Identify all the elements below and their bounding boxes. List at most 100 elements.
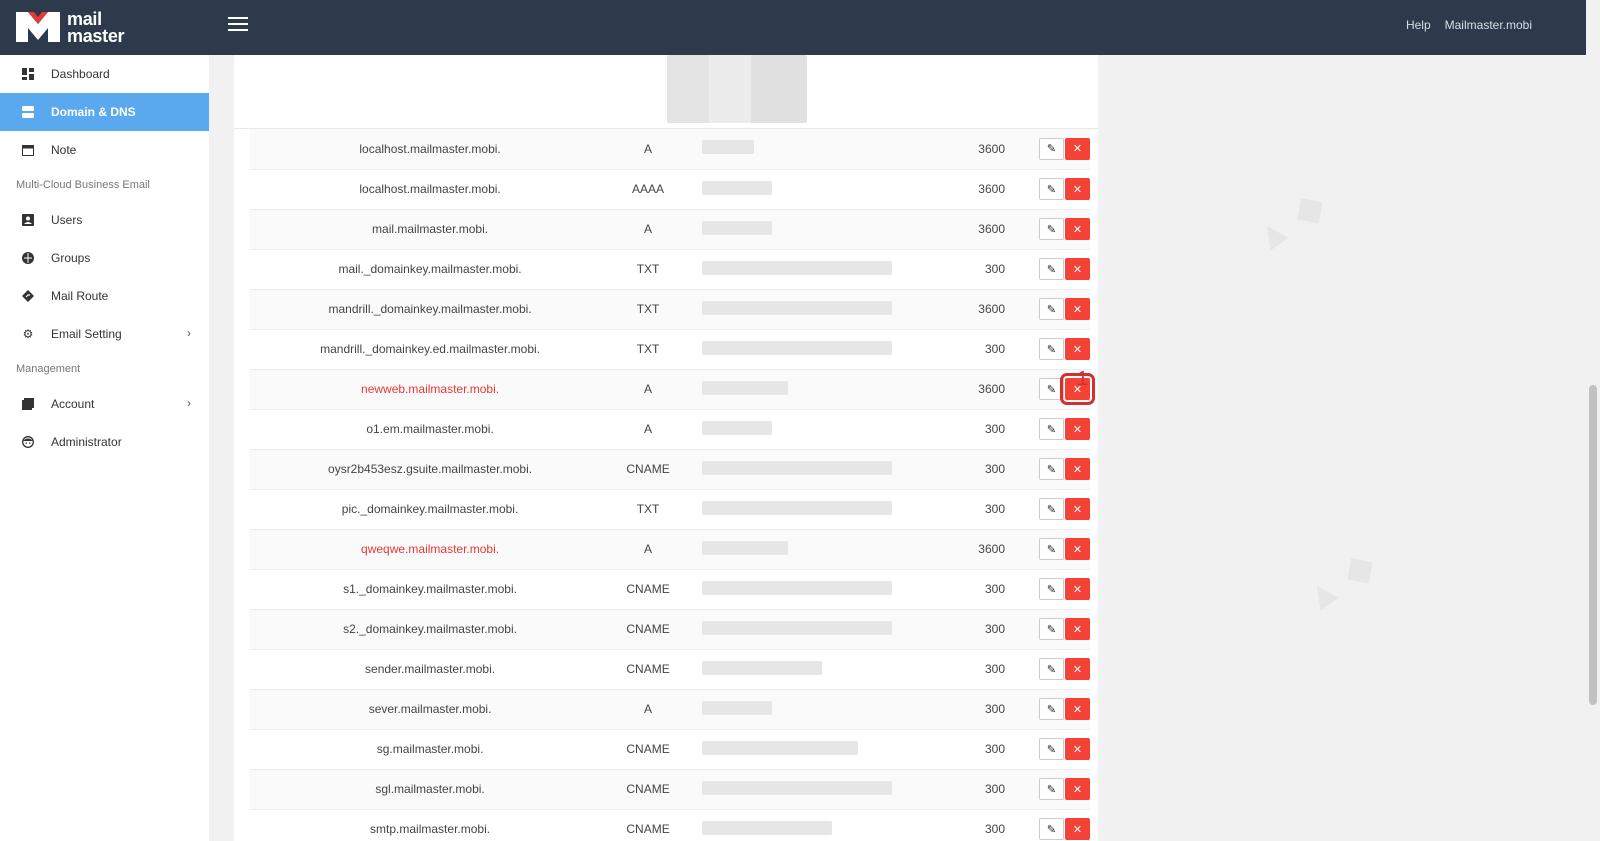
edit-button[interactable]: ✎	[1039, 418, 1064, 440]
record-type: CNAME	[626, 822, 670, 836]
user-icon	[21, 213, 35, 227]
menu-toggle-icon[interactable]	[228, 17, 248, 33]
sidebar-item-label: Domain & DNS	[51, 105, 136, 119]
sidebar-item-account[interactable]: Account ›	[0, 385, 209, 423]
record-actions: ✎ ✕	[1005, 769, 1090, 809]
delete-button[interactable]: ✕	[1065, 338, 1090, 360]
account-link[interactable]: Mailmaster.mobi	[1445, 18, 1532, 32]
record-type: TXT	[636, 502, 660, 516]
record-actions: ✎ ✕	[1005, 289, 1090, 329]
delete-button[interactable]: ✕	[1065, 498, 1090, 520]
pencil-icon: ✎	[1046, 383, 1057, 396]
delete-button[interactable]: ✕	[1065, 738, 1090, 760]
help-link[interactable]: Help	[1406, 18, 1431, 32]
record-ttl: 3600	[978, 302, 1005, 316]
logo-line2: master	[67, 26, 125, 46]
record-ttl: 3600	[978, 141, 1005, 156]
record-value	[686, 609, 967, 649]
pencil-icon: ✎	[1046, 423, 1057, 436]
edit-button[interactable]: ✎	[1039, 698, 1064, 720]
record-ttl: 300	[984, 342, 1005, 356]
delete-button[interactable]: ✕	[1065, 578, 1090, 600]
delete-button[interactable]: ✕	[1065, 458, 1090, 480]
delete-button[interactable]: ✕	[1065, 538, 1090, 560]
record-host: sg.mailmaster.mobi.	[376, 742, 484, 756]
sidebar-item-label: Users	[51, 213, 83, 227]
sidebar-item-email-setting[interactable]: ⚙ Email Setting ›	[0, 315, 209, 353]
record-host: s2._domainkey.mailmaster.mobi.	[343, 622, 517, 636]
pencil-icon: ✎	[1046, 743, 1057, 756]
record-actions: ✎ ✕	[1005, 689, 1090, 729]
edit-button[interactable]: ✎	[1039, 458, 1064, 480]
edit-button[interactable]: ✎	[1039, 818, 1064, 840]
logo[interactable]: mail master	[14, 8, 125, 48]
sidebar-item-groups[interactable]: Groups	[0, 239, 209, 277]
record-actions: ✎ ✕	[1005, 129, 1090, 169]
edit-button[interactable]: ✎	[1039, 778, 1064, 800]
redacted-value	[701, 580, 892, 595]
edit-button[interactable]: ✎	[1039, 498, 1064, 520]
sidebar-item-note[interactable]: Note	[0, 131, 209, 169]
delete-button[interactable]: ✕	[1065, 818, 1090, 840]
edit-button[interactable]: ✎	[1039, 658, 1064, 680]
record-ttl: 300	[984, 462, 1005, 476]
delete-button[interactable]: ✕	[1065, 218, 1090, 240]
edit-button[interactable]: ✎	[1039, 258, 1064, 280]
delete-button[interactable]: ✕	[1065, 298, 1090, 320]
record-value	[686, 769, 967, 809]
chevron-right-icon: ›	[187, 326, 191, 340]
logo-text: mail master	[67, 10, 125, 46]
watermark-text: ▲ ◆	[1294, 542, 1383, 623]
close-icon: ✕	[1072, 343, 1083, 356]
edit-button[interactable]: ✎	[1039, 298, 1064, 320]
close-icon: ✕	[1072, 783, 1083, 796]
edit-button[interactable]: ✎	[1039, 137, 1064, 160]
table-row: mail._domainkey.mailmaster.mobi. TXT 300 ✎ ✕	[250, 249, 1090, 289]
record-value	[686, 649, 967, 689]
delete-button[interactable]: ✕	[1065, 137, 1090, 160]
globe-icon	[21, 251, 35, 265]
record-actions: ✎ ✕	[1005, 209, 1090, 249]
record-host: smtp.mailmaster.mobi.	[370, 822, 491, 836]
table-row: smtp.mailmaster.mobi. CNAME 300 ✎ ✕	[250, 809, 1090, 841]
top-bar: mail master Help Mailmaster.mobi	[0, 0, 1586, 55]
record-value	[686, 129, 967, 169]
scrollbar-thumb[interactable]	[1589, 385, 1597, 705]
edit-button[interactable]: ✎	[1039, 738, 1064, 760]
delete-button[interactable]: ✕	[1065, 418, 1090, 440]
delete-button[interactable]: ✕	[1065, 658, 1090, 680]
record-host: sever.mailmaster.mobi.	[368, 702, 492, 716]
record-ttl: 3600	[978, 382, 1005, 396]
record-host: sgl.mailmaster.mobi.	[375, 782, 485, 796]
edit-button[interactable]: ✎	[1039, 218, 1064, 240]
scrollbar[interactable]	[1586, 0, 1600, 841]
delete-button[interactable]: ✕	[1065, 178, 1090, 200]
sidebar-item-domain-dns[interactable]: Domain & DNS	[0, 93, 209, 131]
edit-button[interactable]: ✎	[1039, 338, 1064, 360]
edit-button[interactable]: ✎	[1039, 538, 1064, 560]
sidebar-item-administrator[interactable]: Administrator	[0, 423, 209, 461]
delete-button[interactable]: ✕	[1065, 618, 1090, 640]
record-ttl: 3600	[978, 222, 1005, 236]
record-value	[686, 729, 967, 769]
sidebar-item-mail-route[interactable]: Mail Route	[0, 277, 209, 315]
record-actions: ✎ ✕	[1005, 529, 1090, 569]
table-row: pic._domainkey.mailmaster.mobi. TXT 300 ✎ ✕	[250, 489, 1090, 529]
delete-button[interactable]: ✕	[1065, 698, 1090, 720]
edit-button[interactable]: ✎	[1039, 178, 1064, 200]
delete-button[interactable]: ✕	[1065, 778, 1090, 800]
sidebar-item-users[interactable]: Users	[0, 201, 209, 239]
table-row: s2._domainkey.mailmaster.mobi. CNAME 300 ✎ ✕	[250, 609, 1090, 649]
record-actions: ✎ ✕	[1005, 449, 1090, 489]
delete-button[interactable]: ✕	[1065, 258, 1090, 280]
record-host: mandrill._domainkey.mailmaster.mobi.	[328, 302, 532, 316]
pencil-icon: ✎	[1046, 303, 1057, 316]
edit-button[interactable]: ✎	[1039, 378, 1064, 400]
edit-button[interactable]: ✎	[1039, 618, 1064, 640]
edit-button[interactable]: ✎	[1039, 578, 1064, 600]
sidebar-item-dashboard[interactable]: Dashboard	[0, 55, 209, 93]
redacted-value	[667, 55, 807, 123]
record-host: sender.mailmaster.mobi.	[365, 662, 496, 676]
record-actions: ✎ ✕	[1005, 169, 1090, 209]
table-row: mandrill._domainkey.ed.mailmaster.mobi. T…	[250, 329, 1090, 369]
